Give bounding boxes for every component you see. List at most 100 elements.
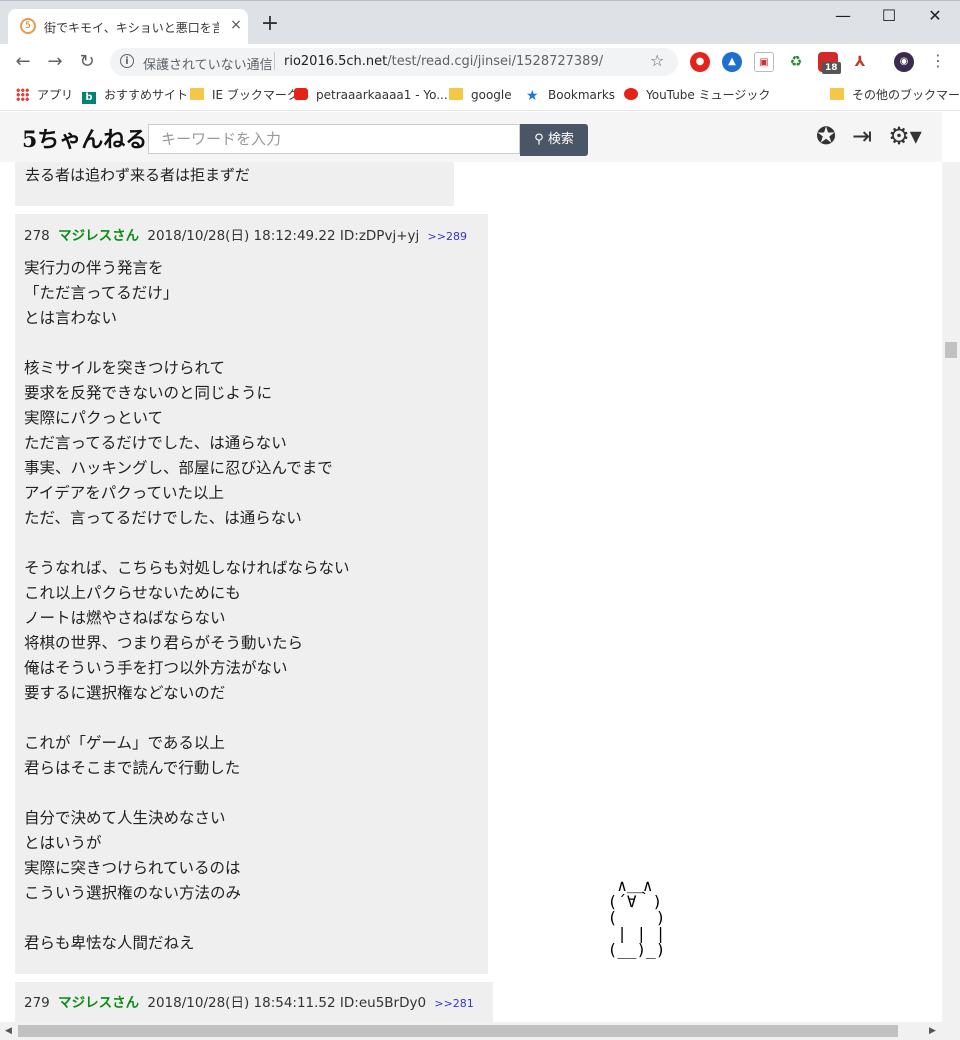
extension-bank-icon[interactable]: ▲: [722, 52, 742, 72]
forward-button[interactable]: →: [44, 51, 66, 73]
message-line: これ以上パクらせないためにも: [24, 584, 241, 602]
browser-tab-active[interactable]: 5 街でキモイ、キショいと悪口を言われる ×: [8, 9, 248, 45]
bookmark-label: その他のブックマーク: [852, 88, 960, 102]
site-favicon-icon: 5: [20, 18, 36, 34]
message-line: 核ミサイルを突きつけられて: [24, 359, 226, 377]
message-line: 要するに選択権などないのだ: [24, 684, 226, 702]
bookmark-apps[interactable]: アプリ: [16, 86, 73, 104]
youtube-icon: [294, 88, 308, 100]
extension-red-icon[interactable]: ●: [690, 52, 710, 72]
browser-menu-icon[interactable]: ⋮: [930, 51, 946, 70]
vertical-scrollbar[interactable]: [942, 162, 960, 1022]
reply-link[interactable]: >>289: [428, 230, 467, 243]
folder-icon: [449, 88, 463, 100]
message-line: ただ言ってるだけでした、は通らない: [24, 434, 287, 452]
back-button[interactable]: ←: [12, 51, 34, 73]
tab-close-icon[interactable]: ×: [227, 16, 245, 34]
message-line: とは言わない: [24, 309, 118, 327]
extension-recycle-icon[interactable]: ♻: [786, 52, 806, 72]
bookmark-youtube-music[interactable]: YouTube ミュージック: [624, 86, 770, 104]
bookmark-other[interactable]: その他のブックマーク: [830, 86, 960, 104]
message-line: 俺はそういう手を打つ以外方法がない: [24, 659, 288, 677]
youtube-music-icon: [624, 88, 638, 100]
message-line: これが「ゲーム」である以上: [24, 734, 225, 752]
maximize-button[interactable]: ☐: [866, 5, 912, 27]
tab-strip: 5 街でキモイ、キショいと悪口を言われる × + — ☐ ✕: [0, 0, 960, 45]
folder-icon: [190, 88, 204, 100]
bookmark-recommended[interactable]: b おすすめサイト: [82, 86, 188, 104]
bookmarks-bar: アプリ b おすすめサイト IE ブックマーク petraaarkaaaa1 - …: [0, 80, 960, 111]
horizontal-scrollbar[interactable]: ◀ ▶: [0, 1022, 960, 1040]
address-bar[interactable]: i 保護されていない通信 rio2016.5ch.net/test/read.c…: [110, 48, 678, 76]
extension-pdf-icon[interactable]: ⅄: [850, 52, 870, 72]
bookmark-label: IE ブックマーク: [212, 88, 299, 102]
message-line: 君らはそこまで読んで行動した: [24, 759, 241, 777]
bookmark-youtube-channel[interactable]: petraaarkaaaa1 - Yo...: [294, 86, 448, 104]
bookmark-google[interactable]: google: [449, 86, 512, 104]
minimize-button[interactable]: —: [820, 5, 866, 27]
extension-shield-icon[interactable]: ▣: [754, 52, 774, 72]
bookmark-label: YouTube ミュージック: [646, 88, 771, 102]
search-button[interactable]: ⚲ 検索: [520, 124, 588, 156]
message-line: 「ただ言ってるだけ」: [24, 284, 179, 302]
message-line: 実際に突きつけられているのは: [24, 859, 241, 877]
message-line: 自分で決めて人生決めなさい: [24, 809, 226, 827]
message-line: 実際にパクっといて: [24, 409, 164, 427]
post-previous: 去る者は追わず来る者は拒まずだ: [15, 162, 454, 206]
url-divider: [274, 52, 275, 70]
reply-link[interactable]: >>281: [434, 997, 473, 1010]
post-message: 実行力の伴う発言を 「ただ言ってるだけ」 とは言わない 核ミサイルを突きつけられ…: [24, 256, 479, 956]
url-path: /test/read.cgi/jinsei/1528727389/: [387, 54, 604, 69]
extension-badge: 18: [822, 62, 841, 74]
security-label: 保護されていない通信: [143, 58, 273, 73]
message-line: こういう選択権のない方法のみ: [24, 884, 242, 902]
scroll-left-arrow-icon[interactable]: ◀: [5, 1026, 12, 1036]
close-window-button[interactable]: ✕: [912, 5, 958, 27]
message-line: 実行力の伴う発言を: [24, 259, 164, 277]
message-line: 君らも卑怯な人間だねえ: [24, 934, 195, 952]
reload-button[interactable]: ↻: [76, 51, 98, 73]
folder-icon: [830, 88, 844, 100]
message-line: そうなれば、こちらも対処しなければならない: [24, 559, 350, 577]
tab-title: 街でキモイ、キショいと悪口を言われる: [44, 21, 219, 35]
extension-adblock-icon[interactable]: 18: [818, 52, 841, 74]
post-author: マジレスさん: [58, 995, 140, 1011]
info-icon[interactable]: i: [120, 54, 134, 68]
bookmark-label: アプリ: [37, 88, 74, 102]
horizontal-scroll-thumb[interactable]: [18, 1025, 898, 1037]
bookmark-ie[interactable]: IE ブックマーク: [190, 86, 299, 104]
post-number[interactable]: 279: [24, 995, 50, 1011]
bookmark-label: petraaarkaaaa1 - Yo...: [316, 88, 448, 102]
post-datetime-id: 2018/10/28(日) 18:54:11.52 ID:eu5BrDy0: [147, 995, 427, 1011]
message-line: [24, 706, 479, 731]
profile-avatar[interactable]: ◉: [894, 52, 914, 72]
new-tab-button[interactable]: +: [258, 13, 282, 37]
bing-icon: b: [82, 92, 96, 104]
post-body-line: 去る者は追わず来る者は拒まずだ: [25, 166, 250, 184]
bookmark-star-icon[interactable]: ☆: [650, 51, 664, 70]
bookmark-bookmarks[interactable]: ★ Bookmarks: [526, 86, 615, 104]
bookmark-label: おすすめサイト: [104, 88, 189, 102]
badge-icon[interactable]: ✪: [812, 122, 840, 150]
post-meta: 278 マジレスさん 2018/10/28(日) 18:12:49.22 ID:…: [24, 224, 467, 244]
post-author: マジレスさん: [58, 228, 140, 244]
bookmark-label: google: [471, 88, 512, 102]
login-icon[interactable]: ⇥: [848, 122, 876, 150]
search-icon: ⚲: [534, 132, 544, 147]
scroll-right-arrow-icon[interactable]: ▶: [929, 1026, 936, 1036]
message-line: [24, 906, 479, 931]
post-datetime-id: 2018/10/28(日) 18:12:49.22 ID:zDPvj+yj: [147, 228, 420, 244]
url-host: rio2016.5ch.net: [284, 54, 388, 69]
star-icon: ★: [526, 88, 539, 104]
message-line: とはいうが: [24, 834, 102, 852]
vertical-scroll-thumb[interactable]: [945, 342, 957, 358]
bookmark-label: Bookmarks: [548, 88, 616, 102]
search-input[interactable]: [148, 124, 520, 154]
site-logo[interactable]: 5ちゃんねる: [22, 122, 147, 154]
message-line: 事実、ハッキングし、部屋に忍び込んでまで: [24, 459, 333, 477]
message-line: アイデアをパクっていた以上: [24, 484, 224, 502]
message-line: [24, 331, 479, 356]
settings-gear-icon[interactable]: ⚙▾: [886, 122, 924, 150]
url-text[interactable]: rio2016.5ch.net/test/read.cgi/jinsei/152…: [284, 54, 603, 69]
post-number[interactable]: 278: [24, 228, 50, 244]
